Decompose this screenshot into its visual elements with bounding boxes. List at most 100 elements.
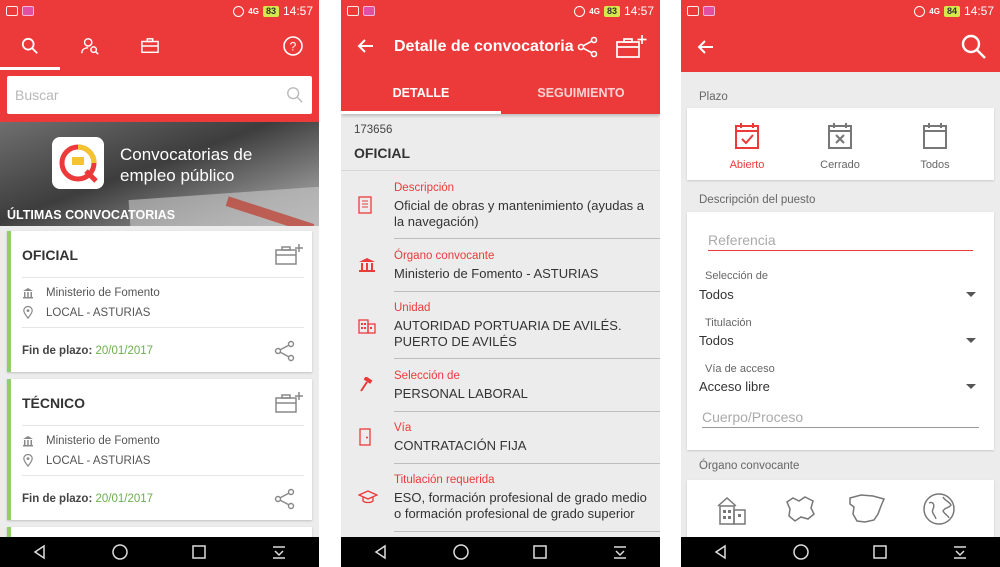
battery-level: 84 (943, 5, 960, 17)
app-notification-icon (703, 6, 715, 16)
user-search-icon (81, 38, 99, 55)
row-value: ESO, formación profesional de grado medi… (394, 490, 647, 521)
tab-seguimiento[interactable]: SEGUIMIENTO (501, 72, 660, 114)
via-acceso-select[interactable]: Acceso libre (699, 379, 980, 394)
hammer-icon (360, 377, 373, 392)
share-icon[interactable] (274, 488, 296, 510)
row-value: CONTRATACIÓN FIJA (394, 438, 527, 453)
divider (22, 277, 304, 278)
search-input[interactable]: Buscar (7, 76, 312, 114)
screen-filters: 4G 84 14:57 Plazo Abierto Cerrado Todos (681, 0, 1000, 567)
android-nav-bar (341, 537, 660, 567)
tab-user-search[interactable] (60, 22, 120, 70)
back-nav-icon[interactable] (372, 543, 390, 561)
section-label-description: Descripción del puesto (699, 194, 816, 206)
notifications-nav-icon[interactable] (270, 543, 288, 561)
plazo-option-abierto[interactable]: Abierto (702, 122, 792, 171)
globe-icon[interactable] (921, 491, 957, 527)
alarm-icon (914, 5, 926, 17)
cuerpo-proceso-input[interactable]: Cuerpo/Proceso (702, 409, 979, 428)
dropdown-arrow-icon (966, 292, 976, 297)
card-title: OFICIAL (22, 247, 78, 263)
hero-banner: Convocatorias de empleo público ÚLTIMAS … (0, 122, 319, 226)
notification-icon (6, 6, 18, 16)
signal-label: 4G (589, 6, 600, 16)
share-icon[interactable] (274, 340, 296, 362)
plazo-label: Todos (920, 159, 950, 171)
titulacion-select[interactable]: Todos (699, 333, 980, 348)
dropdown-arrow-icon (966, 338, 976, 343)
card-title: TÉCNICO (22, 395, 85, 411)
add-to-portfolio-icon[interactable] (274, 243, 304, 267)
notifications-nav-icon[interactable] (611, 543, 629, 561)
recents-nav-icon[interactable] (871, 543, 889, 561)
plazo-option-cerrado[interactable]: Cerrado (795, 122, 885, 171)
deadline-date: 20/01/2017 (95, 493, 154, 505)
tab-search[interactable] (0, 22, 60, 70)
recents-nav-icon[interactable] (190, 543, 208, 561)
clock: 14:57 (963, 4, 994, 18)
location-pin-icon (23, 306, 33, 319)
help-button[interactable]: ? (267, 22, 319, 70)
row-label: Órgano convocante (394, 250, 495, 262)
notifications-nav-icon[interactable] (951, 543, 969, 561)
alarm-icon (574, 5, 586, 17)
page-title: Detalle de convocatoria (394, 38, 574, 55)
select-label: Titulación (705, 317, 752, 329)
row-label: Unidad (394, 302, 431, 314)
search-icon[interactable] (961, 34, 987, 60)
app-logo (52, 137, 104, 189)
signal-label: 4G (929, 6, 940, 16)
add-to-portfolio-icon[interactable] (615, 34, 647, 60)
call-name: OFICIAL (354, 145, 410, 161)
region-map-icon[interactable] (783, 492, 817, 526)
row-label: Vía (394, 422, 412, 434)
calendar-icon (923, 123, 947, 149)
graduation-cap-icon (358, 490, 378, 504)
back-nav-icon[interactable] (31, 543, 49, 561)
notification-icon (347, 6, 359, 16)
svg-text:?: ? (290, 40, 297, 54)
briefcase-icon (141, 38, 159, 54)
institution-icon (359, 258, 375, 272)
share-icon[interactable] (577, 36, 599, 58)
add-to-portfolio-icon[interactable] (274, 391, 304, 415)
filter-toolbar (681, 22, 1000, 72)
seleccion-select[interactable]: Todos (699, 287, 980, 302)
organo-card (687, 480, 994, 540)
back-arrow-icon[interactable] (697, 38, 715, 56)
divider (341, 170, 660, 171)
divider (22, 475, 304, 476)
location-text: LOCAL - ASTURIAS (46, 454, 151, 467)
app-notification-icon (363, 6, 375, 16)
clock: 14:57 (623, 4, 654, 18)
recents-nav-icon[interactable] (531, 543, 549, 561)
home-nav-icon[interactable] (452, 543, 470, 561)
search-icon (21, 37, 38, 54)
plazo-option-todos[interactable]: Todos (890, 122, 980, 171)
home-nav-icon[interactable] (792, 543, 810, 561)
status-bar: 4G 83 14:57 (0, 0, 319, 22)
back-nav-icon[interactable] (712, 543, 730, 561)
select-value: Acceso libre (699, 379, 770, 394)
tab-briefcase[interactable] (120, 22, 180, 70)
institution-icon (23, 288, 33, 299)
local-building-icon[interactable] (715, 492, 749, 526)
back-arrow-icon[interactable] (357, 37, 375, 55)
card-deadline: Fin de plazo: 20/01/2017 (22, 493, 153, 505)
deadline-label: Fin de plazo: (22, 493, 93, 505)
document-icon (358, 196, 372, 214)
detail-toolbar: Detalle de convocatoria (341, 22, 660, 72)
search-placeholder: Buscar (15, 87, 59, 103)
building-icon (358, 319, 376, 334)
detail-row-selection: Selección de PERSONAL LABORAL (341, 366, 660, 412)
organism-text: Ministerio de Fomento (46, 287, 160, 299)
spain-map-icon[interactable] (847, 492, 887, 526)
listing-card[interactable]: OFICIAL Ministerio de Fomento LOCAL - AS… (7, 231, 312, 372)
referencia-input[interactable]: Referencia (708, 232, 973, 251)
home-nav-icon[interactable] (111, 543, 129, 561)
divider (394, 358, 660, 359)
tab-detalle[interactable]: DETALLE (341, 72, 501, 114)
search-icon[interactable] (286, 86, 304, 104)
listing-card[interactable]: TÉCNICO Ministerio de Fomento LOCAL - AS… (7, 379, 312, 520)
